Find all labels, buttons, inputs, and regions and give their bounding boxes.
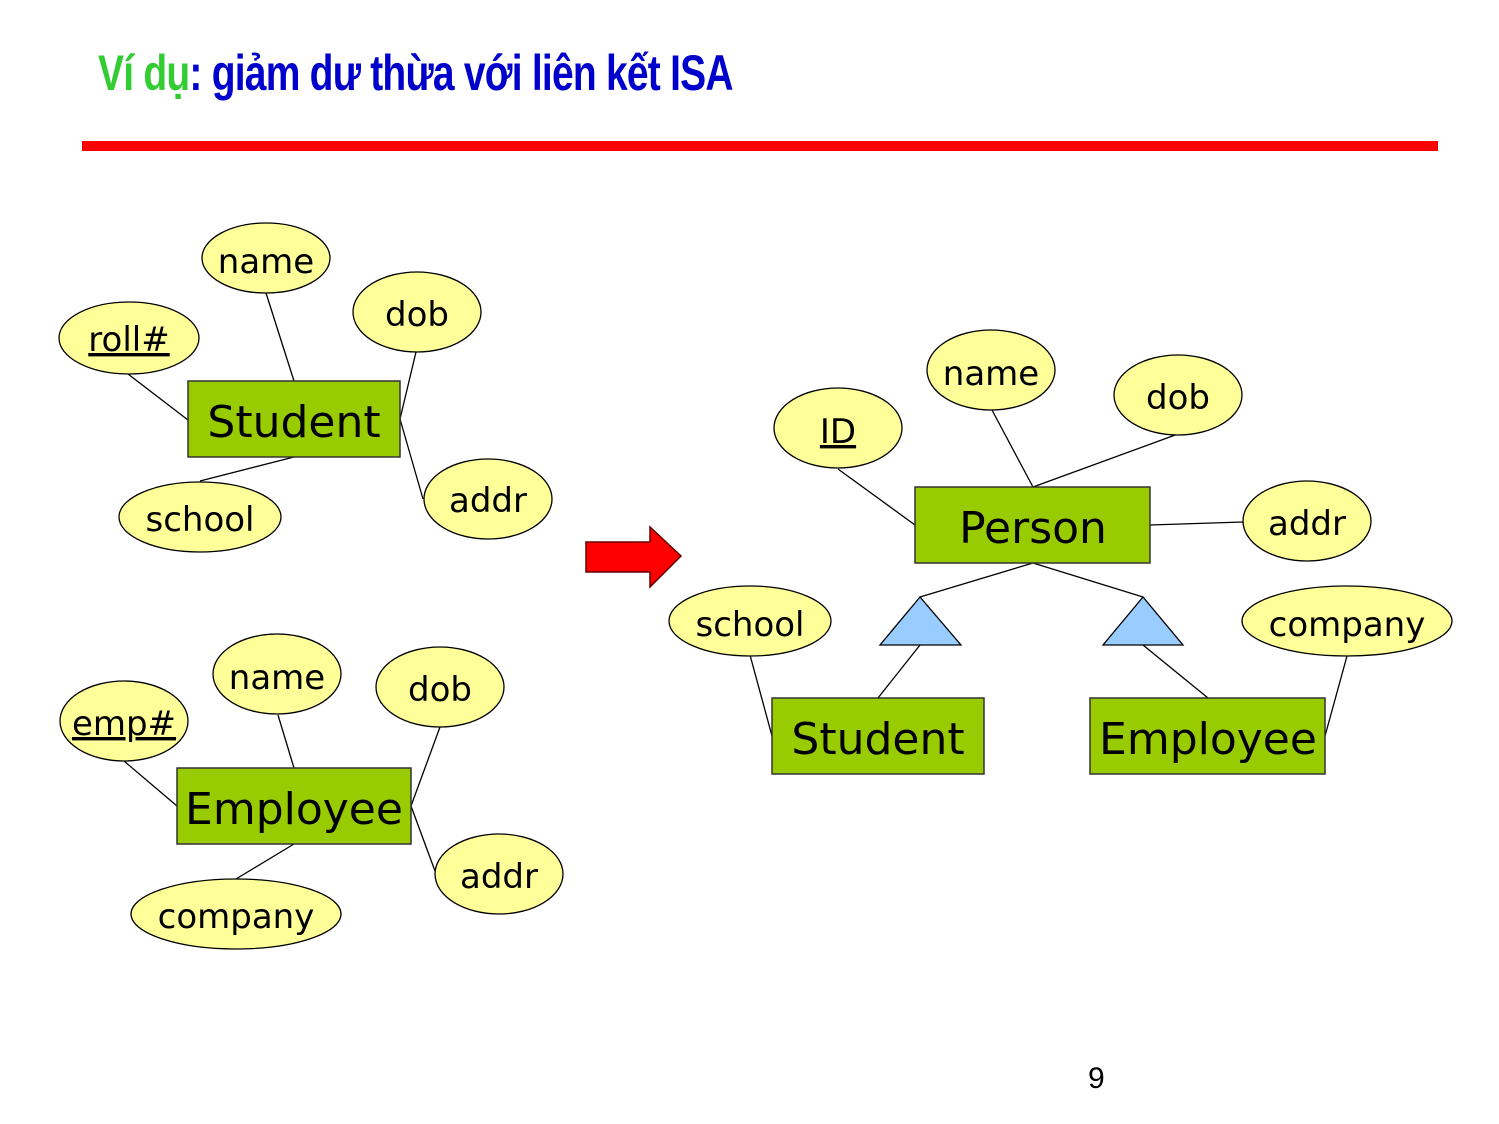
attribute-label: roll# <box>88 320 169 360</box>
attribute-label: name <box>229 658 325 698</box>
entity-label: Person <box>959 503 1107 554</box>
entity-student-sub: Student <box>771 697 985 775</box>
attribute-company: company <box>130 878 342 950</box>
attribute-name: name <box>926 329 1056 411</box>
attribute-dob: dob <box>375 646 505 728</box>
line-student-addr <box>399 418 424 500</box>
line-employee-addr <box>410 805 436 872</box>
isa-triangle-student <box>878 595 963 646</box>
line-employee-dob <box>410 726 441 807</box>
entity-label: Employee <box>185 784 403 835</box>
attribute-dob: dob <box>352 271 482 353</box>
line-student-school <box>199 456 295 482</box>
entity-employee: Employee <box>176 767 412 845</box>
attribute-label: school <box>695 605 804 645</box>
attribute-label: company <box>158 897 315 937</box>
attribute-school: school <box>118 481 282 553</box>
entity-person: Person <box>914 486 1151 564</box>
er-diagram: roll# name dob addr school Student emp# … <box>58 222 1453 950</box>
attribute-label: addr <box>449 481 527 521</box>
line-isa-student <box>877 644 921 699</box>
line-student-roll <box>127 373 189 421</box>
entity-label: Employee <box>1099 714 1317 765</box>
attribute-company: company <box>1241 585 1453 657</box>
attribute-label: dob <box>408 670 472 710</box>
attribute-name: name <box>201 222 331 294</box>
entity-label: Student <box>791 714 964 765</box>
page-number: 9 <box>1088 1062 1105 1095</box>
line-student-school-right <box>749 654 773 737</box>
attribute-label: dob <box>385 295 449 335</box>
line-person-dob <box>1032 433 1179 488</box>
attribute-dob: dob <box>1113 354 1243 436</box>
line-person-isa-left <box>919 562 1034 598</box>
attribute-label: name <box>943 354 1039 394</box>
line-employee-company <box>235 843 295 880</box>
entity-student: Student <box>187 380 401 458</box>
line-person-addr <box>1149 521 1244 526</box>
line-person-isa-right <box>1032 562 1144 598</box>
line-employee-name <box>277 714 295 769</box>
right-arrow-icon <box>585 525 683 589</box>
line-person-name <box>991 409 1034 488</box>
attribute-addr: addr <box>1242 480 1372 562</box>
attribute-name: name <box>212 633 342 715</box>
line-employee-emp <box>123 760 178 807</box>
attribute-label: name <box>218 242 314 282</box>
isa-triangle-employee <box>1101 595 1185 646</box>
entity-label: Student <box>207 397 380 448</box>
line-student-name <box>265 292 295 382</box>
attribute-id: ID <box>773 387 903 469</box>
attribute-emp: emp# <box>59 680 189 762</box>
attribute-label: addr <box>460 857 538 897</box>
entity-employee-sub: Employee <box>1089 697 1326 775</box>
line-person-id <box>837 468 916 526</box>
attribute-label: company <box>1269 605 1426 645</box>
attribute-roll: roll# <box>58 301 200 375</box>
line-student-dob <box>399 351 417 420</box>
attribute-label: emp# <box>72 704 176 744</box>
attribute-addr: addr <box>423 458 553 540</box>
attribute-label: ID <box>820 412 856 452</box>
attribute-label: dob <box>1146 378 1210 418</box>
line-isa-employee <box>1142 644 1209 699</box>
attribute-school: school <box>668 585 832 657</box>
attribute-label: school <box>145 500 254 540</box>
line-employee-company-right <box>1324 655 1348 737</box>
attribute-label: addr <box>1268 504 1346 544</box>
attribute-addr: addr <box>434 833 564 915</box>
